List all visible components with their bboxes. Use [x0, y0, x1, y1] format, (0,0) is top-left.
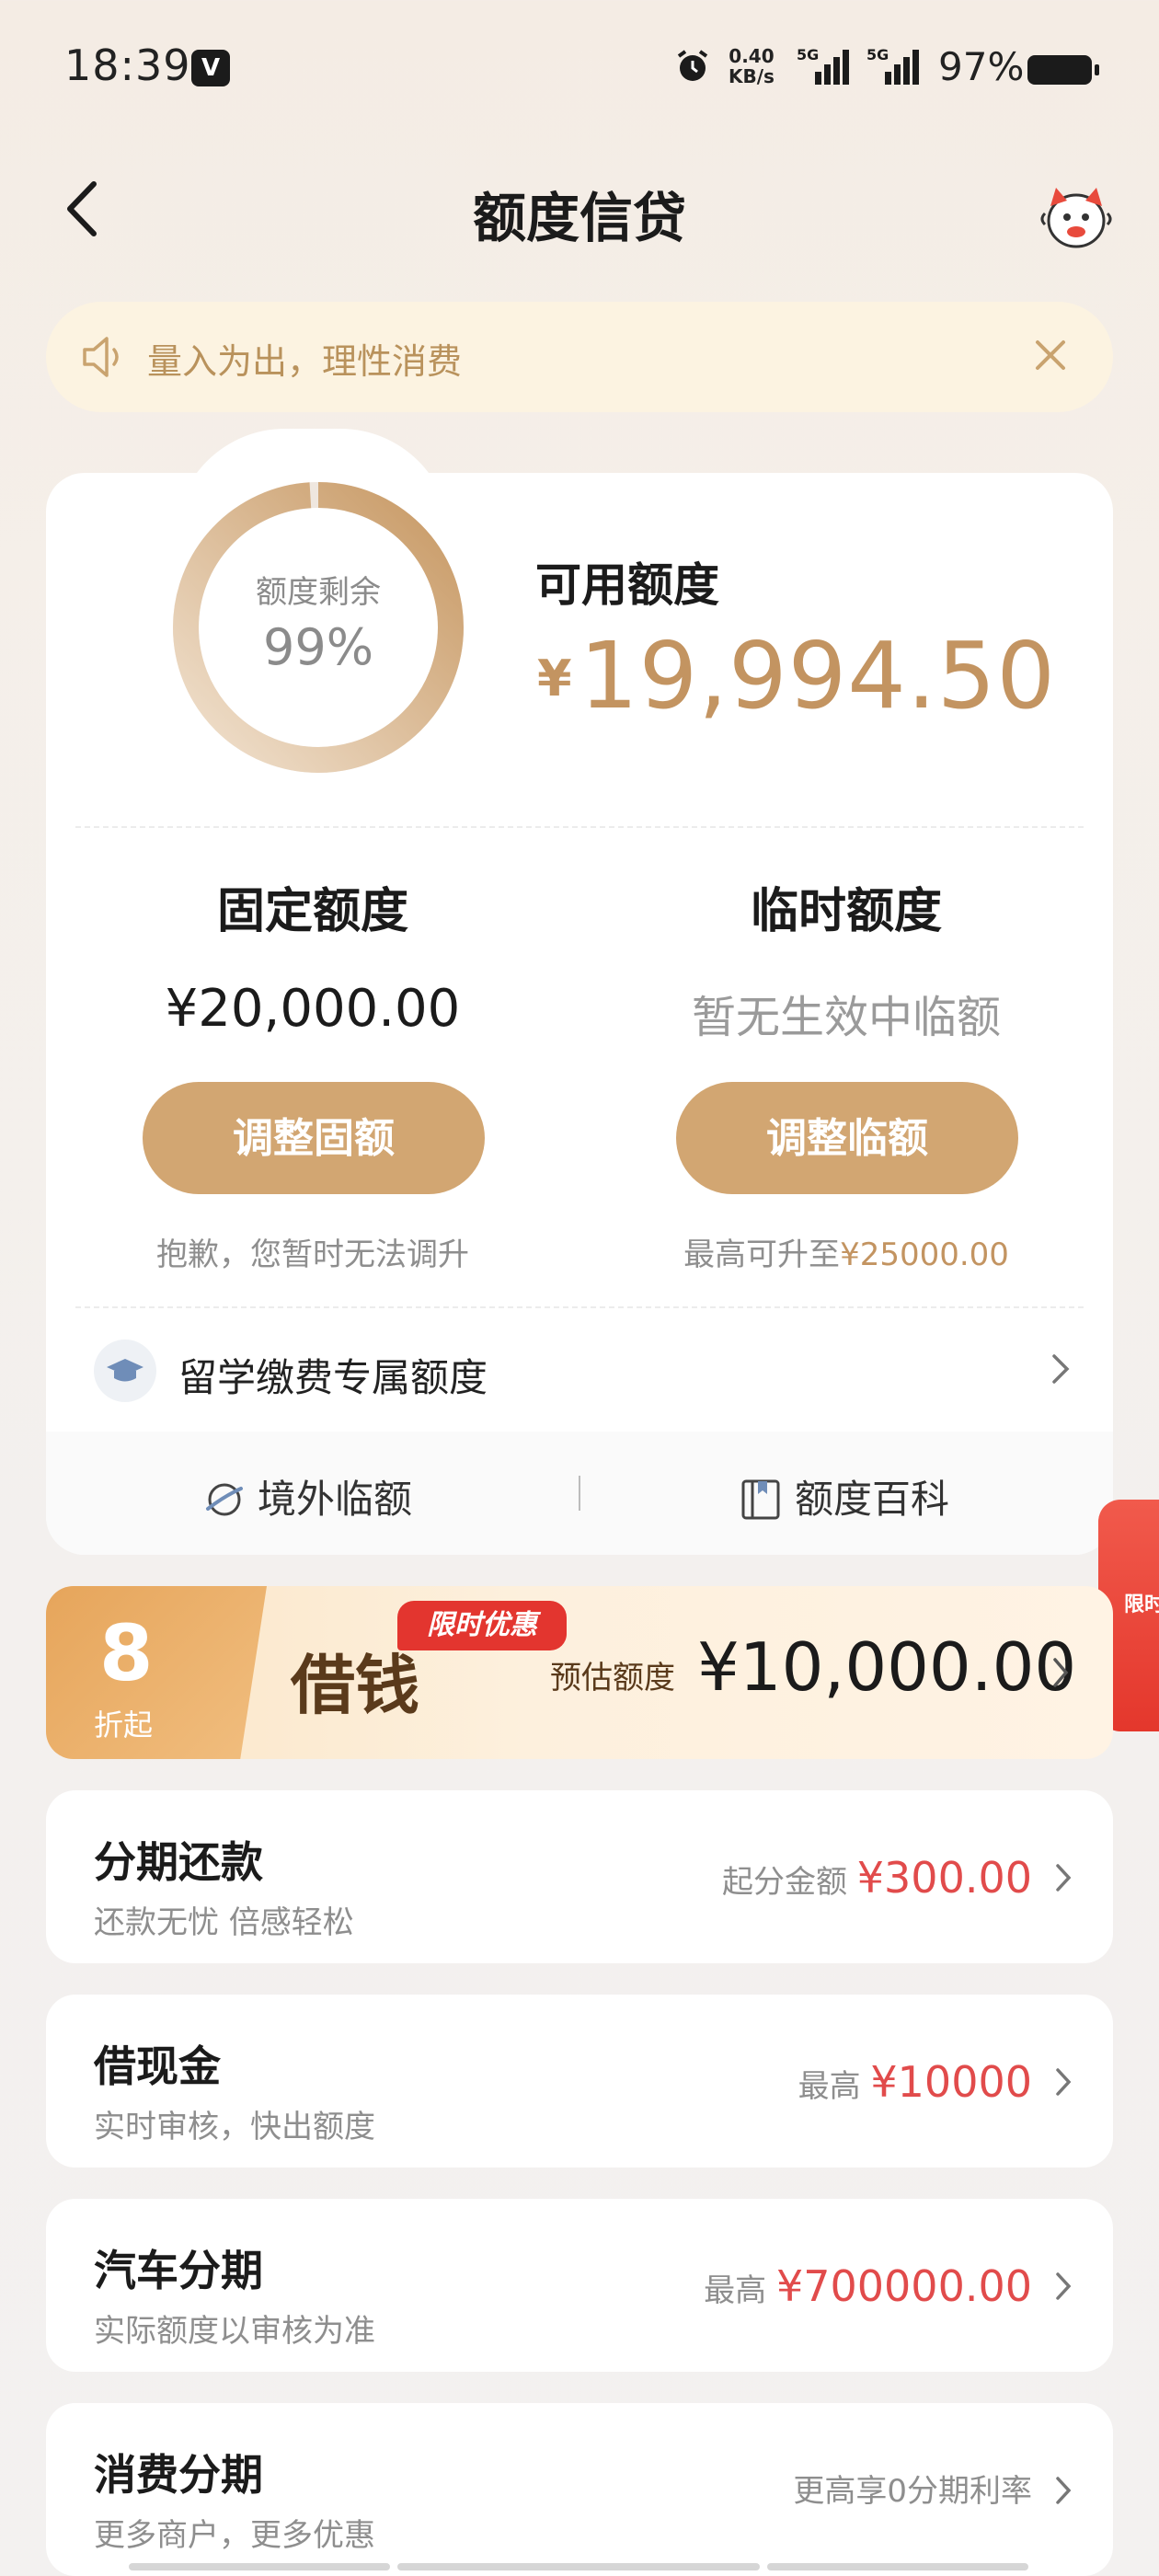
item-right-label: 最高 [704, 2272, 767, 2309]
estimate-label: 预估额度 [550, 1660, 675, 1696]
item-title: 分期还款 [94, 1837, 263, 1887]
ring-label: 额度剩余 [256, 574, 381, 611]
item-right: 更高享0分期利率 [793, 2466, 1032, 2511]
item-right-label: 最高 [798, 2068, 861, 2105]
available-label: 可用额度 [535, 558, 719, 612]
scroll-indicator [767, 2563, 1028, 2570]
item-right: 起分金额 ¥300.00 [722, 1853, 1032, 1903]
estimate-amount: ¥10,000.00 [697, 1628, 1077, 1706]
item-right-value: ¥300.00 [856, 1853, 1032, 1903]
discount-number: 8 [99, 1608, 154, 1698]
wiki-link-label: 额度百科 [795, 1477, 950, 1522]
mascot-icon[interactable] [1038, 178, 1115, 252]
net-speed-unit: KB/s [729, 65, 775, 87]
adjust-fixed-button[interactable]: 调整固额 [143, 1082, 485, 1194]
item-right: 最高 ¥700000.00 [704, 2261, 1032, 2311]
item-subtitle: 还款无忧 倍感轻松 [94, 1904, 354, 1941]
page-title: 额度信贷 [472, 187, 686, 249]
net-speed-value: 0.40 [729, 45, 775, 67]
item-right: 最高 ¥10000 [798, 2057, 1032, 2107]
app-badge-icon: V [191, 50, 230, 86]
item-right-value: ¥10000 [870, 2057, 1032, 2107]
chevron-right-icon [1056, 2477, 1072, 2504]
adjust-temp-button[interactable]: 调整临额 [676, 1082, 1018, 1194]
chevron-right-icon [1056, 2272, 1072, 2300]
divider [579, 1476, 580, 1511]
item-subtitle: 实际额度以审核为准 [94, 2313, 375, 2350]
book-icon [741, 1479, 780, 1520]
globe-icon [206, 1483, 243, 1516]
discount-badge [46, 1586, 267, 1759]
graduation-cap-icon [94, 1340, 156, 1402]
status-bar: 18:39 V 0.40 KB/s 5G 5G 97% [0, 0, 1159, 138]
consumer-installment-item[interactable]: 消费分期 更多商户，更多优惠 更高享0分期利率 [46, 2403, 1113, 2576]
study-abroad-label: 留学缴费专属额度 [178, 1355, 488, 1400]
chevron-right-icon [1053, 1658, 1069, 1687]
overseas-temp-credit-link[interactable]: 境外临额 [202, 1468, 412, 1524]
item-right-label: 更高享0分期利率 [793, 2473, 1032, 2510]
ring-percent: 99% [262, 618, 374, 676]
status-time: 18:39 [64, 40, 191, 90]
temp-note-amount: ¥25000.00 [840, 1236, 1009, 1273]
temp-credit-note: 最高可升至¥25000.00 [607, 1229, 1085, 1274]
notice-bar: 量入为出，理性消费 [46, 302, 1113, 412]
available-currency: ¥ [537, 650, 572, 707]
overseas-link-label: 境外临额 [258, 1477, 413, 1522]
car-installment-item[interactable]: 汽车分期 实际额度以审核为准 最高 ¥700000.00 [46, 2199, 1113, 2372]
available-amount: 19,994.50 [580, 622, 1056, 730]
cash-loan-item[interactable]: 借现金 实时审核，快出额度 最高 ¥10000 [46, 1995, 1113, 2168]
discount-sub: 折起 [94, 1708, 154, 1742]
temp-credit-title: 临时额度 [750, 884, 942, 939]
net-speed: 0.40 KB/s [729, 46, 775, 86]
alarm-icon [677, 50, 708, 81]
item-right-label: 起分金额 [721, 1864, 847, 1901]
temp-credit-value: 暂无生效中临额 [691, 992, 1001, 1043]
scroll-indicator [129, 2563, 390, 2570]
temp-note-prefix: 最高可升至 [683, 1236, 841, 1273]
item-title: 借现金 [94, 2041, 221, 2091]
notice-text: 量入为出，理性消费 [147, 341, 463, 382]
item-title: 汽车分期 [94, 2246, 263, 2295]
item-title: 消费分期 [94, 2450, 263, 2500]
scroll-indicator [397, 2563, 760, 2570]
speaker-icon [83, 337, 119, 377]
battery-icon [1027, 55, 1099, 85]
fixed-credit-value: ¥20,000.00 [165, 979, 461, 1039]
study-abroad-credit-row[interactable]: 留学缴费专属额度 [46, 1314, 1113, 1426]
close-icon[interactable] [1025, 329, 1076, 381]
side-tab-text: 限时 [1124, 1593, 1159, 1616]
fixed-credit-title: 固定额度 [216, 884, 408, 939]
fixed-credit-note: 抱歉，您暂时无法调升 [156, 1236, 469, 1273]
divider [75, 1306, 1084, 1308]
installment-repay-item[interactable]: 分期还款 还款无忧 倍感轻松 起分金额 ¥300.00 [46, 1790, 1113, 1963]
chevron-right-icon [1056, 1864, 1072, 1892]
limited-offer-tag: 限时优惠 [397, 1601, 567, 1650]
item-subtitle: 实时审核，快出额度 [94, 2109, 375, 2145]
credit-wiki-link[interactable]: 额度百科 [740, 1468, 949, 1524]
item-right-value: ¥700000.00 [775, 2261, 1032, 2311]
chevron-right-icon [1056, 2068, 1072, 2096]
battery-percent: 97% [938, 44, 1025, 89]
item-subtitle: 更多商户，更多优惠 [94, 2517, 375, 2554]
chevron-right-icon [1052, 1354, 1070, 1384]
divider [75, 826, 1084, 828]
